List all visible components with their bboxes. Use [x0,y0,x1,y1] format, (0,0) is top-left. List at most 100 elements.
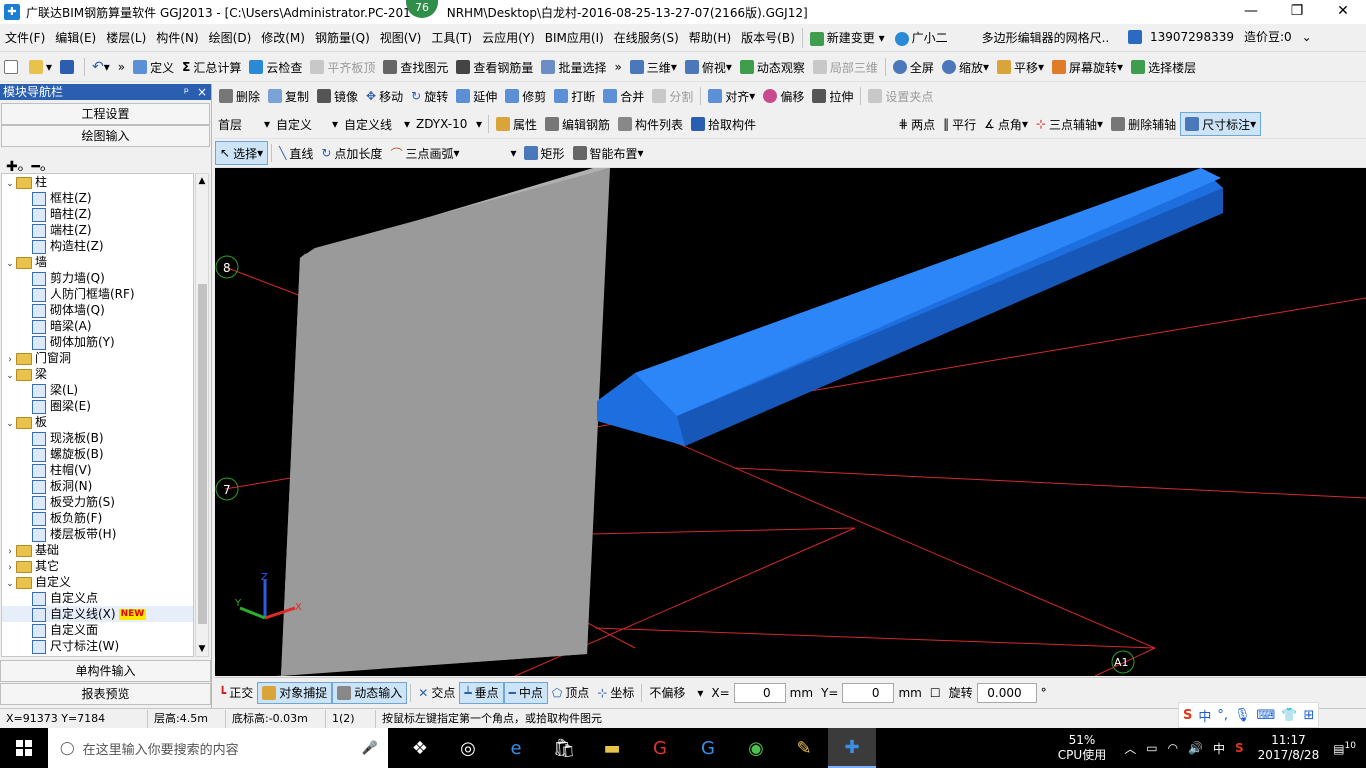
type-select[interactable]: 自定义线 ▾ [341,114,413,134]
wifi-icon[interactable]: ◠ [1168,741,1178,755]
three-arc-button[interactable]: ⌒ 三点画弧 ▾ [386,141,463,165]
three-point-aux-button[interactable]: ⊹ 三点辅轴 ▾ [1032,112,1107,136]
tree-folder[interactable]: › 基础 [2,542,193,558]
arc-mode-select[interactable]: ▾ [464,143,520,163]
chevron-down-icon[interactable]: ⌄ [1297,30,1317,44]
tray-ime-lang[interactable]: 中 [1213,740,1225,757]
edge-icon[interactable]: e [492,728,540,768]
obj-snap-toggle[interactable]: 对象捕捉 [257,681,333,704]
view3d-button[interactable]: 三维 ▾ [626,55,681,79]
tree-item[interactable]: 人防门框墙(RF) [2,286,193,302]
dynamic-view-button[interactable]: 动态观察 [736,55,809,79]
parallel-button[interactable]: ‖ 平行 [939,112,980,136]
single-input-button[interactable]: 单构件输入 [0,660,211,682]
category-select[interactable]: 自定义 ▾ [273,114,341,134]
menu-rebar[interactable]: 钢筋量(Q) [310,29,375,46]
ortho-toggle[interactable]: ┗ 正交 [215,682,257,704]
user-phone[interactable]: 13907298339 [1145,30,1239,44]
tree-folder[interactable]: ⌄ 梁 [2,366,193,382]
tree-item[interactable]: 暗柱(Z) [2,206,193,222]
notification-center-icon[interactable]: ▤10 [1333,741,1356,756]
scroll-down-icon[interactable]: ▼ [196,644,208,654]
rotate-screen-button[interactable]: 屏幕旋转 ▾ [1048,55,1127,79]
trim-button[interactable]: 修剪 [501,84,550,108]
two-points-button[interactable]: ⋕ 两点 [894,112,939,136]
floor-select[interactable]: 首层 ▾ [215,114,273,134]
battery-icon[interactable]: ▭ [1146,741,1157,755]
mic-icon[interactable]: 🎤 [362,741,378,756]
rotate-input[interactable]: 0.000 [976,682,1037,703]
scroll-up-icon[interactable]: ▲ [196,176,208,186]
tree-folder[interactable]: › 门窗洞 [2,350,193,366]
menu-bim[interactable]: BIM应用(I) [540,29,609,46]
tree-folder[interactable]: ⌄ 墙 [2,254,193,270]
chevron-up-icon[interactable]: ︿ [1124,740,1136,757]
close-icon[interactable]: × [197,84,207,100]
more-button-2[interactable]: » [610,55,625,79]
tree-item[interactable]: 板负筋(F) [2,510,193,526]
rotate-checkbox[interactable]: ☐ [926,682,945,704]
perpendicular-toggle[interactable]: ┷ 垂点 [459,681,504,704]
line-button[interactable]: ╲ 直线 [275,141,317,165]
tree-item[interactable]: 暗梁(A) [2,318,193,334]
break-button[interactable]: 打断 [550,84,599,108]
tree-item[interactable]: 板洞(N) [2,478,193,494]
browser-360-icon[interactable]: ◎ [444,728,492,768]
elem-list-button[interactable]: 构件列表 [614,112,687,136]
tree-folder[interactable]: ⌄ 柱 [2,174,193,190]
menu-help[interactable]: 帮助(H) [684,29,736,46]
new-file-button[interactable] [0,55,25,79]
top-view-button[interactable]: 俯视 ▾ [681,55,736,79]
define-button[interactable]: 定义 [129,55,178,79]
local-3d-button[interactable]: 局部三维 [809,55,882,79]
tree-item[interactable]: 柱帽(V) [2,462,193,478]
select-floor-button[interactable]: 选择楼层 [1127,55,1200,79]
open-file-button[interactable]: ▾ [25,55,56,79]
minimize-button[interactable]: — [1228,0,1274,24]
sum-calc-button[interactable]: Σ 汇总计算 [178,55,245,79]
mirror-button[interactable]: 镜像 [313,84,362,108]
menu-edit[interactable]: 编辑(E) [50,29,101,46]
menu-tools[interactable]: 工具(T) [426,29,477,46]
menu-file[interactable]: 文件(F) [0,29,50,46]
ggj-app-icon[interactable]: ✚ [828,728,876,768]
tree-item[interactable]: 自定义点 [2,590,193,606]
zoom-button[interactable]: 缩放 ▾ [938,55,993,79]
rotate-button[interactable]: ↻ 旋转 [407,84,452,108]
edit-rebar-button[interactable]: 编辑钢筋 [541,112,614,136]
price-bean[interactable]: 造价豆:0 [1239,28,1297,45]
tree-folder[interactable]: ⌄ 板 [2,414,193,430]
menu-draw[interactable]: 绘图(D) [204,29,257,46]
sogou-tray-icon[interactable]: S [1235,741,1244,755]
stretch-button[interactable]: 拉伸 [808,84,857,108]
point-length-button[interactable]: ↻ 点加长度 [317,141,386,165]
more-button[interactable]: » [114,55,129,79]
delete-aux-button[interactable]: 删除辅轴 [1107,112,1180,136]
pan-button[interactable]: 平移 ▾ [993,55,1048,79]
menu-cloud[interactable]: 云应用(Y) [477,29,540,46]
tree-item[interactable]: 螺旋板(B) [2,446,193,462]
green-app-icon[interactable]: ◉ [732,728,780,768]
notes-app-icon[interactable]: ✎ [780,728,828,768]
rect-button[interactable]: 矩形 [520,141,569,165]
report-preview-button[interactable]: 报表预览 [0,683,211,705]
find-elem-button[interactable]: 查找图元 [379,55,452,79]
intersection-toggle[interactable]: ✕ 交点 [414,682,459,704]
y-input[interactable]: 0 [842,682,895,703]
mic-icon[interactable]: 🎙 [1234,708,1251,723]
property-button[interactable]: 属性 [492,112,541,136]
menu-view[interactable]: 视图(V) [375,29,427,46]
full-screen-button[interactable]: 全屏 [889,55,938,79]
glodon-g-icon[interactable]: G [684,728,732,768]
tree-item[interactable]: 自定义面 [2,622,193,638]
tree-item[interactable]: 板受力筋(S) [2,494,193,510]
dyn-input-toggle[interactable]: 动态输入 [332,681,408,704]
batch-select-button[interactable]: 批量选择 [537,55,610,79]
punct-icon[interactable]: °, [1217,708,1228,723]
coordinate-toggle[interactable]: ⊹ 坐标 [593,682,638,704]
tree-item[interactable]: 自定义线(X) NEW [2,606,193,622]
merge-button[interactable]: 合并 [599,84,648,108]
x-input[interactable]: 0 [733,682,786,703]
drawing-input-button[interactable]: 绘图输入 [1,125,210,147]
menu-version[interactable]: 版本号(B) [736,29,800,46]
